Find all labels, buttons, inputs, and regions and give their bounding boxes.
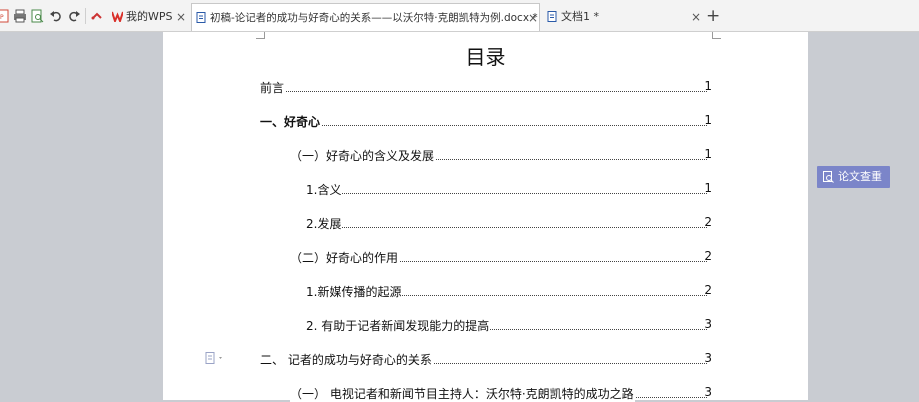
toc-leader-dots [260, 91, 707, 92]
paper-check-button[interactable]: 论文查重 [817, 166, 890, 188]
tab-bar: P 我的WPS × 初稿-论记者的成功与好奇心的关系——以沃尔特·克朗凯特为例.… [0, 0, 919, 32]
tab-my-wps[interactable]: 我的WPS × [108, 3, 190, 31]
word-doc-icon [196, 12, 206, 23]
toc-leader-dots [306, 227, 707, 228]
toc-page-number: 1 [704, 181, 712, 195]
format-painter-icon[interactable] [90, 9, 104, 23]
toc-entry[interactable]: （一）好奇心的含义及发展 1 [163, 147, 808, 164]
toc-entry-text: 前言 [260, 79, 286, 96]
toc-leader-dots [260, 125, 707, 126]
toc-leader-dots [306, 193, 707, 194]
tab-label: 文档1 * [561, 10, 599, 23]
svg-text:P: P [0, 14, 4, 21]
tab-label: 我的WPS [126, 10, 173, 23]
toc-page-number: 3 [704, 385, 712, 399]
toc-entry-text: 1.含义 [306, 181, 343, 198]
document-page[interactable]: 目录 前言 1 一、好奇心 1 （一）好奇心的含义及发展 1 1.含义 1 2.发展 2 （二）好奇… [163, 32, 808, 402]
toc-page-number: 1 [704, 147, 712, 161]
paragraph-layout-icon[interactable] [205, 352, 227, 364]
toc-entry[interactable]: 1.含义 1 [163, 181, 808, 198]
tab-document-1[interactable]: 文档1 * × [543, 3, 703, 31]
toc-entry-text: 1.新媒传播的起源 [306, 283, 403, 300]
close-icon[interactable]: × [176, 3, 186, 31]
margin-corner-mark [256, 32, 265, 39]
tab-label: 初稿-论记者的成功与好奇心的关系——以沃尔特·克朗凯特为例.docx * [210, 12, 538, 24]
toc-entry-text: 2.发展 [306, 215, 343, 232]
toc-entry[interactable]: 1.新媒传播的起源 2 [163, 283, 808, 300]
toc-page-number: 3 [704, 317, 712, 331]
toc-entry[interactable]: 2.发展 2 [163, 215, 808, 232]
toc-entry-text: 二、 记者的成功与好奇心的关系 [260, 351, 433, 368]
toc-page-number: 2 [704, 283, 712, 297]
word-doc-icon [547, 11, 557, 22]
toc-page-number: 2 [704, 215, 712, 229]
close-icon[interactable]: × [528, 4, 538, 32]
print-preview-icon[interactable] [30, 9, 44, 23]
margin-corner-mark [712, 32, 721, 39]
toc-page-number: 1 [704, 79, 712, 93]
toc-page-number: 3 [704, 351, 712, 365]
toc-entry[interactable]: （二）好奇心的作用 2 [163, 249, 808, 266]
toc-entry-text: 一、好奇心 [260, 113, 322, 130]
toc-entry[interactable]: （一） 电视记者和新闻节目主持人：沃尔特·克朗凯特的成功之路 3 [163, 385, 808, 402]
page-title: 目录 [465, 45, 506, 69]
toolbar-divider [85, 8, 86, 24]
toc-entry-text: （一）好奇心的含义及发展 [290, 147, 436, 164]
tab-current-document[interactable]: 初稿-论记者的成功与好奇心的关系——以沃尔特·克朗凯特为例.docx * × [191, 3, 540, 31]
new-tab-button[interactable]: + [706, 5, 720, 27]
toc-page-number: 1 [704, 113, 712, 127]
toc-entry-text: 2. 有助于记者新闻发现能力的提高 [306, 317, 491, 334]
toc-entry[interactable]: 2. 有助于记者新闻发现能力的提高 3 [163, 317, 808, 334]
wps-logo-icon [112, 11, 123, 22]
toc-entry[interactable]: 一、好奇心 1 [163, 113, 808, 130]
toc-entry[interactable]: 前言 1 [163, 79, 808, 96]
paper-check-label: 论文查重 [838, 170, 882, 183]
print-icon[interactable] [13, 9, 27, 23]
toc-page-number: 2 [704, 249, 712, 263]
toc-entry[interactable]: 二、 记者的成功与好奇心的关系 3 [163, 351, 808, 368]
toc-entry-text: （一） 电视记者和新闻节目主持人：沃尔特·克朗凯特的成功之路 [290, 385, 635, 402]
undo-icon[interactable] [49, 9, 63, 23]
export-pdf-icon[interactable]: P [0, 9, 10, 23]
toc-entry-text: （二）好奇心的作用 [290, 249, 400, 266]
close-icon[interactable]: × [691, 3, 701, 31]
paper-check-icon [823, 171, 834, 183]
redo-icon[interactable] [67, 9, 81, 23]
